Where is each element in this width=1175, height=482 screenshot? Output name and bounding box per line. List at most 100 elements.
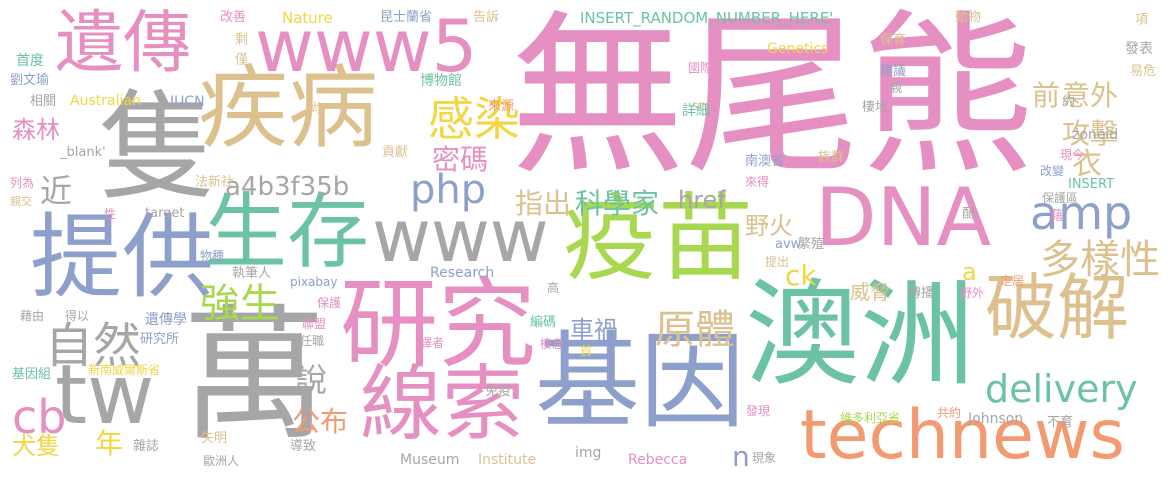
word-species: 物種 (200, 249, 225, 263)
word-insert-random: INSERT_RANDOM_NUMBER_HERE' (580, 9, 834, 27)
word-liu: 劉文瑜 (10, 73, 50, 88)
word-research-en: Research (430, 265, 495, 281)
word-international: 國際 (688, 61, 713, 75)
word-come: 來得 (745, 175, 770, 189)
word-detail: 詳細 (682, 103, 710, 119)
word-clue: 線索 (360, 357, 525, 452)
word-zoneid: zoneid (1072, 127, 1119, 143)
word-scientist: 科學家 (575, 187, 660, 220)
word-remaining: 剩 (232, 32, 247, 45)
word-still: 尚 (309, 101, 322, 115)
word-publish: 發表 (1125, 41, 1153, 57)
word-improve: 改善 (220, 10, 247, 25)
word-author: 執筆人 (232, 266, 272, 281)
word-reserve: 保護區 (1042, 191, 1079, 205)
word-related: 相關 (30, 94, 57, 109)
word-discover: 發現 (746, 404, 771, 418)
word-dog: 犬隻 (12, 432, 60, 460)
word-genetics: Genetics (767, 41, 829, 57)
word-translator: 譯者 (420, 336, 445, 350)
word-propose: 提出 (765, 255, 790, 269)
word-delivery: delivery (985, 367, 1138, 411)
word-threat: 威脅 (850, 280, 890, 304)
word-year: 年 (95, 427, 124, 460)
word-habitat: 棲地 (862, 100, 889, 115)
word-sterile: 不育 (1047, 415, 1074, 430)
word-wild: 野外 (960, 286, 985, 300)
word-password: 密碼 (432, 143, 489, 176)
word-protect: 保護 (317, 296, 342, 310)
word-group: 族群 (818, 150, 845, 165)
word-tell: 告訴 (473, 10, 500, 25)
word-diversity: 多樣性 (1040, 237, 1160, 283)
word-first-time: 首度 (16, 53, 44, 69)
word-institute: Institute (478, 452, 537, 468)
word-genome: 基因組 (12, 367, 52, 382)
word-shou: 首 (580, 344, 593, 358)
word-pair: 配 (959, 206, 974, 219)
word-able: 得以 (65, 309, 90, 323)
word-high: 高 (547, 281, 560, 295)
word-qin: 親 (890, 81, 903, 95)
word-wildfire: 野火 (745, 212, 793, 240)
word-a: a (962, 258, 977, 286)
word-car-accident: 車禍 (570, 316, 618, 344)
word-target: target (145, 206, 185, 221)
word-point-out: 指出 (515, 187, 572, 220)
word-nature: Nature (282, 9, 333, 27)
word-ji: 藉 (1050, 209, 1064, 224)
word-nsw: 新南威爾斯省 (88, 363, 161, 377)
word-afp: 法新社 (195, 175, 235, 190)
word-by-means: 藉由 (20, 309, 45, 323)
word-contribute: 貢獻 (382, 145, 409, 160)
word-inbreeding: 親交 (10, 195, 32, 208)
word-total: 共約 (937, 406, 962, 420)
word-spread: 傳播 (908, 286, 935, 301)
word-inhabit: 棲息 (540, 337, 565, 351)
word-nowadays: 現今 (1060, 148, 1085, 162)
word-change: 改變 (1040, 164, 1065, 178)
word-about: 約 (1059, 94, 1074, 107)
word-n: n (732, 440, 750, 473)
word-list-as: 列為 (10, 176, 35, 190)
word-phenomenon: 現象 (752, 451, 777, 465)
word-alliance: 聯盟 (302, 317, 327, 331)
word-settle: 定居 (1000, 274, 1025, 288)
word-near: 近 (40, 172, 73, 210)
word-conservation: 保育 (880, 33, 907, 48)
word-institute-zh: 研究所 (140, 332, 180, 347)
word-pathogen: 原體 (655, 307, 735, 353)
word-suggest: 建議 (880, 64, 907, 79)
word-insert: INSERT (1068, 177, 1115, 192)
word-say: 說 (295, 361, 328, 399)
word-img: img (575, 445, 602, 461)
word-cloud: 無尾熊 DNA 澳洲 疫苗 萬 基因 technews 研究 提供 隻 疾病 遺… (0, 0, 1175, 482)
word-sex: 性 (104, 207, 117, 221)
word-cause: 導致 (290, 439, 317, 454)
word-immunity: 免疫 (485, 384, 512, 399)
word-announce: 公布 (292, 405, 349, 438)
word-rebecca: Rebecca (628, 452, 688, 468)
word-survive: 生存 (205, 185, 370, 280)
word-provide: 提供 (30, 204, 215, 311)
word-museum: Museum (400, 452, 460, 468)
word-south-australia: 南澳省 (745, 154, 785, 169)
word-forest: 森林 (12, 116, 60, 144)
word-breed: 繁殖 (798, 237, 825, 252)
word-a4b3f35b: a4b3f35b (225, 172, 350, 202)
word-australian: Australian (70, 93, 141, 109)
word-blindness: 失明 (201, 431, 228, 446)
word-hold-post: 任職 (300, 334, 325, 348)
word-ck: ck (785, 259, 817, 292)
word-magazine: 雜誌 (133, 439, 160, 454)
word-europeans: 歐洲人 (203, 454, 240, 468)
word-heredity: 遺傳 (55, 4, 192, 83)
word-source: 來源 (488, 99, 515, 114)
word-vulnerable: 易危 (1130, 64, 1157, 79)
word-victoria: 維多利亞省 (840, 411, 901, 425)
word-php: php (410, 167, 487, 213)
word-genetics-zh: 遺傳學 (145, 312, 187, 328)
word-encode: 編碼 (530, 315, 557, 330)
word-iucn: IUCN (170, 94, 205, 110)
word-href: href (678, 186, 726, 214)
